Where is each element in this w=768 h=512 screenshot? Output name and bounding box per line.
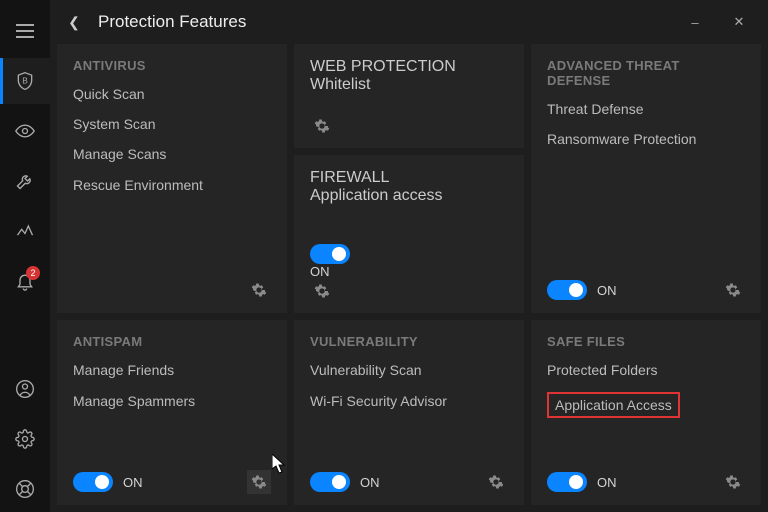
- rail-privacy[interactable]: [0, 108, 50, 154]
- card-antivirus: ANTIVIRUS Quick Scan System Scan Manage …: [57, 44, 287, 313]
- settings-webprotection[interactable]: [310, 114, 334, 138]
- link-manage-scans[interactable]: Manage Scans: [73, 145, 271, 163]
- eye-icon: [15, 121, 35, 141]
- card-antispam: ANTISPAM Manage Friends Manage Spammers …: [57, 320, 287, 505]
- minimize-button[interactable]: –: [680, 15, 710, 30]
- rail-settings[interactable]: [0, 416, 50, 462]
- back-button[interactable]: ❮: [64, 14, 84, 31]
- gear-icon: [725, 474, 741, 490]
- lifebuoy-icon: [15, 479, 35, 499]
- toggle-antispam[interactable]: [73, 472, 113, 492]
- toggle-label: ON: [597, 283, 617, 298]
- gear-icon: [314, 283, 330, 299]
- user-icon: [15, 379, 35, 399]
- link-system-scan[interactable]: System Scan: [73, 115, 271, 133]
- toggle-safefiles[interactable]: [547, 472, 587, 492]
- toggle-label: ON: [123, 475, 143, 490]
- card-vulnerability: VULNERABILITY Vulnerability Scan Wi-Fi S…: [294, 320, 524, 505]
- tools-icon: [15, 171, 35, 191]
- link-application-access-safefiles[interactable]: Application Access: [547, 392, 680, 418]
- rail-protection[interactable]: B: [0, 58, 50, 104]
- rail-notifications[interactable]: 2: [0, 258, 50, 304]
- settings-firewall[interactable]: [310, 279, 334, 303]
- menu-button[interactable]: [0, 8, 50, 54]
- link-manage-spammers[interactable]: Manage Spammers: [73, 392, 271, 410]
- link-threat-defense[interactable]: Threat Defense: [547, 100, 745, 118]
- settings-vulnerability[interactable]: [484, 470, 508, 494]
- settings-antispam[interactable]: [247, 470, 271, 494]
- gear-icon: [488, 474, 504, 490]
- page-title: Protection Features: [98, 12, 246, 32]
- card-atd: ADVANCED THREAT DEFENSE Threat Defense R…: [531, 44, 761, 313]
- gear-icon: [251, 474, 267, 490]
- gear-icon: [725, 282, 741, 298]
- card-heading: ANTISPAM: [73, 334, 271, 349]
- notification-badge: 2: [26, 266, 40, 280]
- toggle-label: ON: [360, 475, 380, 490]
- card-safefiles: SAFE FILES Protected Folders Application…: [531, 320, 761, 505]
- card-heading: WEB PROTECTION: [310, 58, 508, 76]
- card-heading: ADVANCED THREAT DEFENSE: [547, 58, 745, 88]
- toggle-label: ON: [310, 264, 508, 279]
- shield-icon: B: [15, 71, 35, 91]
- side-rail: B 2: [0, 0, 50, 512]
- toggle-atd[interactable]: [547, 280, 587, 300]
- card-webprotection: WEB PROTECTION Whitelist: [294, 44, 524, 148]
- gear-icon: [251, 282, 267, 298]
- card-heading: FIREWALL: [310, 169, 508, 187]
- settings-safefiles[interactable]: [721, 470, 745, 494]
- header: ❮ Protection Features – ✕: [50, 0, 768, 44]
- rail-tools[interactable]: [0, 158, 50, 204]
- link-rescue-environment[interactable]: Rescue Environment: [73, 176, 271, 194]
- gear-icon: [314, 118, 330, 134]
- rail-activity[interactable]: [0, 208, 50, 254]
- toggle-vulnerability[interactable]: [310, 472, 350, 492]
- settings-antivirus[interactable]: [247, 278, 271, 302]
- toggle-label: ON: [597, 475, 617, 490]
- link-protected-folders[interactable]: Protected Folders: [547, 361, 745, 379]
- rail-help[interactable]: [0, 466, 50, 512]
- link-application-access[interactable]: Application access: [310, 187, 443, 204]
- link-whitelist[interactable]: Whitelist: [310, 76, 370, 93]
- close-button[interactable]: ✕: [724, 14, 754, 30]
- gear-icon: [15, 429, 35, 449]
- toggle-firewall[interactable]: [310, 244, 350, 264]
- cards-grid: ANTIVIRUS Quick Scan System Scan Manage …: [50, 44, 768, 512]
- link-manage-friends[interactable]: Manage Friends: [73, 361, 271, 379]
- svg-text:B: B: [22, 76, 28, 86]
- link-vulnerability-scan[interactable]: Vulnerability Scan: [310, 361, 508, 379]
- card-heading: VULNERABILITY: [310, 334, 508, 349]
- card-firewall: FIREWALL Application access ON: [294, 155, 524, 313]
- card-heading: ANTIVIRUS: [73, 58, 271, 73]
- card-heading: SAFE FILES: [547, 334, 745, 349]
- settings-atd[interactable]: [721, 278, 745, 302]
- link-quick-scan[interactable]: Quick Scan: [73, 85, 271, 103]
- link-ransomware-protection[interactable]: Ransomware Protection: [547, 130, 745, 148]
- activity-icon: [15, 221, 35, 241]
- link-wifi-security-advisor[interactable]: Wi-Fi Security Advisor: [310, 392, 508, 410]
- rail-account[interactable]: [0, 366, 50, 412]
